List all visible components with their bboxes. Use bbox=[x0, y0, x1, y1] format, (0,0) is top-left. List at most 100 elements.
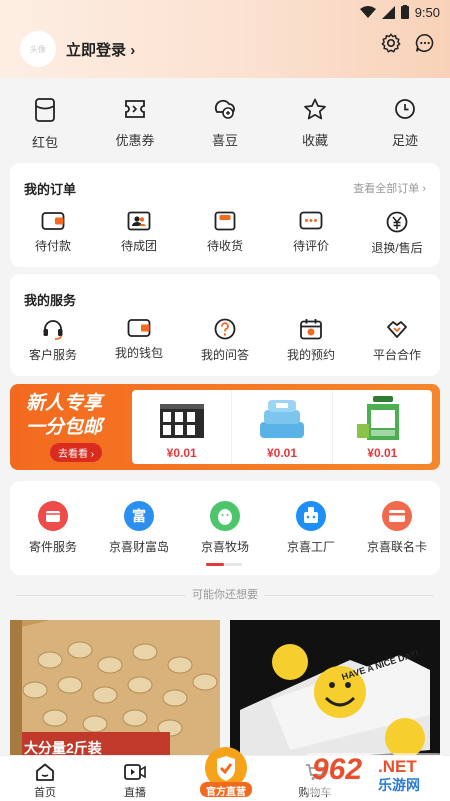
services-card: 我的服务 客户服务 我的钱包 我的问答 我的预约 平台合作 bbox=[10, 274, 440, 376]
order-item-awaiting-delivery[interactable]: 待收货 bbox=[182, 211, 268, 256]
login-label: 立即登录 bbox=[66, 42, 127, 59]
coupon-icon bbox=[125, 100, 145, 118]
wallet-icon bbox=[41, 212, 65, 230]
wifi-icon bbox=[359, 5, 376, 18]
watermark-net: .NET bbox=[378, 757, 417, 776]
banner-products: ¥0.01 ¥0.01 ¥0.01 bbox=[132, 390, 432, 464]
wallet-icon bbox=[127, 319, 151, 337]
banner-title-line2: 一分包邮 bbox=[26, 417, 103, 438]
services-title: 我的服务 bbox=[24, 293, 77, 308]
service-item-qa[interactable]: 我的问答 bbox=[182, 318, 268, 363]
official-store-tab-button[interactable]: 官方直营 bbox=[196, 746, 256, 798]
service-item-customer-service[interactable]: 客户服务 bbox=[10, 318, 96, 363]
quick-item-coupon[interactable]: 优惠券 bbox=[90, 78, 180, 158]
recommend-title-text: 可能你还想要 bbox=[192, 589, 258, 601]
site-watermark-logo: 962 .NET 乐游网 bbox=[306, 751, 444, 797]
live-icon bbox=[124, 764, 146, 780]
watermark-number: 962 bbox=[312, 753, 363, 786]
service-item-label: 平台合作 bbox=[372, 348, 421, 362]
service-item-partnership[interactable]: 平台合作 bbox=[354, 318, 440, 363]
message-icon[interactable] bbox=[414, 32, 436, 54]
battery-icon bbox=[400, 5, 409, 19]
service-item-label: 客户服务 bbox=[28, 348, 77, 362]
service-item-label: 我的钱包 bbox=[114, 346, 163, 360]
service-item-label: 我的预约 bbox=[286, 348, 335, 362]
product-card-pistachio[interactable]: 大分量2斤装 bbox=[10, 620, 220, 760]
question-icon bbox=[214, 318, 236, 340]
service-parcel[interactable]: 寄件服务 bbox=[10, 501, 96, 555]
bean-icon bbox=[214, 99, 235, 119]
watermark-sub: 乐游网 bbox=[378, 777, 420, 793]
order-item-label: 待成团 bbox=[120, 239, 157, 253]
tab-home[interactable]: 首页 bbox=[0, 756, 90, 801]
login-button[interactable]: 立即登录 › bbox=[66, 39, 135, 60]
fortune-glyph: 富 bbox=[132, 508, 146, 525]
service-label: 京喜牧场 bbox=[200, 540, 249, 554]
view-all-orders-link[interactable]: 查看全部订单 › bbox=[353, 180, 426, 196]
parcel-icon bbox=[38, 501, 68, 531]
status-time: 9:50 bbox=[414, 4, 440, 20]
order-item-unpaid[interactable]: 待付款 bbox=[10, 211, 96, 256]
order-item-pending-group[interactable]: 待成团 bbox=[96, 211, 182, 256]
plastic-bags-product-image bbox=[230, 620, 440, 760]
product-price: ¥0.01 bbox=[367, 446, 398, 460]
banner-go-button[interactable]: 去看看 › bbox=[50, 443, 103, 462]
settings-gear-icon[interactable] bbox=[380, 32, 402, 54]
order-item-refund[interactable]: 退换/售后 bbox=[354, 211, 440, 256]
tab-label: 首页 bbox=[34, 787, 56, 799]
recommend-section-title: 可能你还想要 bbox=[0, 586, 450, 602]
banner-title: 新人专享 一分包邮 bbox=[26, 392, 102, 440]
card-icon bbox=[382, 501, 412, 531]
more-services-card: 寄件服务 富 京喜财富岛 京喜牧场 京喜工厂 京喜联名卡 bbox=[10, 481, 440, 575]
tab-live[interactable]: 直播 bbox=[90, 756, 180, 801]
service-cobrand-card[interactable]: 京喜联名卡 bbox=[354, 501, 440, 555]
order-item-to-review[interactable]: 待评价 bbox=[268, 211, 354, 256]
red-packet-icon bbox=[35, 98, 55, 122]
banner-product[interactable]: ¥0.01 bbox=[232, 390, 333, 464]
service-label: 寄件服务 bbox=[28, 540, 77, 554]
service-ranch[interactable]: 京喜牧场 bbox=[182, 501, 268, 555]
quick-access-row: 红包 优惠券 喜豆 收藏 足迹 bbox=[0, 78, 450, 158]
chick-icon bbox=[210, 501, 240, 531]
official-store-label: 官方直营 bbox=[206, 787, 246, 798]
clock-icon bbox=[395, 99, 415, 119]
chevron-right-icon: › bbox=[130, 42, 136, 59]
order-item-label: 待收货 bbox=[206, 239, 243, 253]
calendar-icon bbox=[300, 319, 322, 340]
avatar[interactable]: 头像 bbox=[20, 31, 56, 67]
service-fortune-island[interactable]: 富 京喜财富岛 bbox=[96, 501, 182, 555]
quick-item-red-packet[interactable]: 红包 bbox=[0, 78, 90, 158]
services-scroll-indicator bbox=[206, 563, 242, 566]
service-label: 京喜财富岛 bbox=[108, 540, 169, 554]
quick-item-label: 喜豆 bbox=[211, 133, 238, 148]
status-bar: 9:50 bbox=[0, 0, 450, 24]
refund-icon bbox=[386, 211, 408, 233]
headset-icon bbox=[43, 320, 63, 340]
banner-product[interactable]: ¥0.01 bbox=[333, 390, 432, 464]
quick-item-favorites[interactable]: 收藏 bbox=[270, 78, 360, 158]
product-price: ¥0.01 bbox=[266, 446, 297, 460]
service-item-wallet[interactable]: 我的钱包 bbox=[96, 318, 182, 363]
wet-wipes-image bbox=[260, 400, 305, 438]
banner-product[interactable]: ¥0.01 bbox=[132, 390, 233, 464]
service-item-reservations[interactable]: 我的预约 bbox=[268, 318, 354, 363]
star-icon bbox=[304, 98, 326, 120]
order-item-label: 退换/售后 bbox=[371, 241, 423, 255]
product-price: ¥0.01 bbox=[166, 446, 197, 460]
comment-icon bbox=[299, 211, 323, 230]
package-icon bbox=[214, 211, 236, 231]
signal-icon bbox=[381, 5, 395, 19]
quick-item-label: 红包 bbox=[31, 135, 58, 150]
order-item-label: 待付款 bbox=[34, 239, 71, 253]
product-card-bags[interactable]: HAVE A NICE DAY! bbox=[230, 620, 440, 760]
factory-icon bbox=[296, 501, 326, 531]
new-user-promo-banner[interactable]: 新人专享 一分包邮 去看看 › ¥0.01 ¥0.01 ¥0.01 bbox=[10, 384, 440, 470]
quick-item-history[interactable]: 足迹 bbox=[360, 78, 450, 158]
service-label: 京喜工厂 bbox=[286, 540, 335, 554]
service-item-label: 我的问答 bbox=[200, 348, 249, 362]
quick-item-bean[interactable]: 喜豆 bbox=[180, 78, 270, 158]
quick-item-label: 收藏 bbox=[301, 133, 328, 148]
service-label: 京喜联名卡 bbox=[366, 540, 427, 554]
orders-title: 我的订单 bbox=[24, 182, 77, 197]
service-factory[interactable]: 京喜工厂 bbox=[268, 501, 354, 555]
